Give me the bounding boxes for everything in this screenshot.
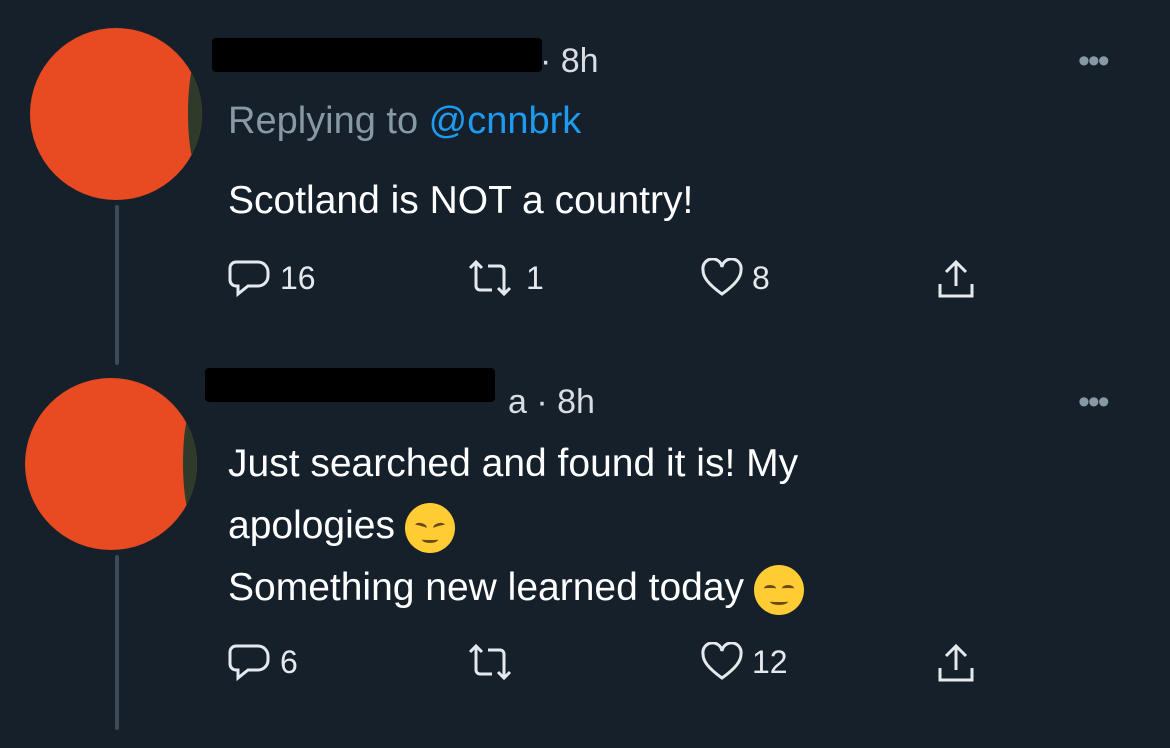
redacted-username xyxy=(212,38,542,72)
reply-button[interactable]: 6 xyxy=(228,642,298,682)
reply-icon xyxy=(228,644,270,682)
tweet-timestamp: a · 8h xyxy=(508,383,595,421)
retweet-icon xyxy=(468,643,512,681)
replying-to: Replying to @cnnbrk xyxy=(228,100,582,142)
like-count: 8 xyxy=(752,259,770,296)
retweet-button[interactable]: 1 xyxy=(462,258,544,298)
tweet-text: Scotland is NOT a country! xyxy=(228,179,694,222)
avatar[interactable] xyxy=(25,378,197,550)
like-button[interactable]: 12 xyxy=(700,642,788,682)
relieved-face-icon xyxy=(754,564,805,615)
more-options-icon[interactable]: ••• xyxy=(1078,383,1110,422)
retweet-button[interactable] xyxy=(462,642,526,682)
heart-icon xyxy=(701,642,743,680)
reply-count: 6 xyxy=(280,643,298,680)
retweet-count: 1 xyxy=(526,259,544,296)
thread-line-top xyxy=(115,205,119,365)
retweet-icon xyxy=(468,259,512,297)
reply-button[interactable]: 16 xyxy=(228,258,316,298)
avatar[interactable] xyxy=(30,28,202,200)
tweet-timestamp: · 8h xyxy=(540,42,599,80)
reply-icon xyxy=(228,260,270,298)
like-count: 12 xyxy=(752,643,788,680)
like-button[interactable]: 8 xyxy=(700,258,770,298)
share-icon xyxy=(938,643,974,682)
share-button[interactable] xyxy=(934,642,978,686)
share-button[interactable] xyxy=(934,258,978,302)
heart-icon xyxy=(701,258,743,296)
more-options-icon[interactable]: ••• xyxy=(1078,42,1110,81)
share-icon xyxy=(938,259,974,298)
reply-count: 16 xyxy=(280,259,316,296)
thread-line-bottom xyxy=(115,555,119,730)
tweet-text: Just searched and found it is! My apolog… xyxy=(228,433,805,619)
pensive-face-icon xyxy=(404,502,455,553)
redacted-username xyxy=(205,368,495,402)
replying-to-handle[interactable]: @cnnbrk xyxy=(429,100,582,142)
